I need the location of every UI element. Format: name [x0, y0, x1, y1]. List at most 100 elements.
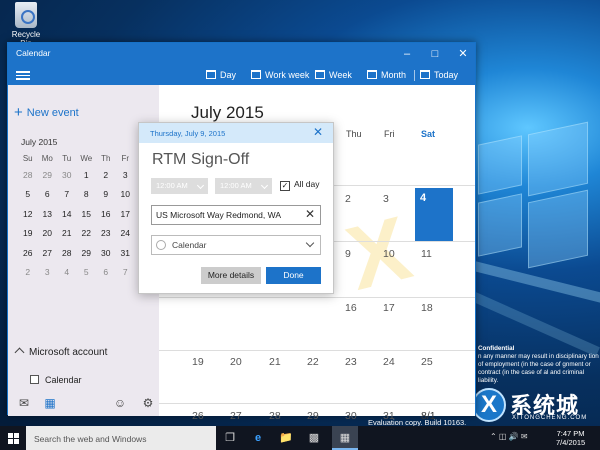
date-cell[interactable]: 25: [421, 356, 433, 368]
mini-day[interactable]: 17: [116, 204, 136, 224]
work-week-view-button[interactable]: Work week: [251, 67, 309, 83]
date-cell[interactable]: 27: [230, 410, 242, 422]
date-cell[interactable]: 3: [383, 193, 389, 205]
maximize-button[interactable]: □: [421, 43, 449, 65]
mini-day[interactable]: 29: [38, 165, 58, 185]
mini-day[interactable]: 3: [38, 263, 58, 283]
hamburger-menu-icon[interactable]: [16, 69, 30, 81]
month-view-button[interactable]: Month: [367, 67, 406, 83]
store-icon[interactable]: ▩: [306, 430, 322, 446]
mini-day[interactable]: 2: [96, 165, 116, 185]
date-cell[interactable]: 31: [383, 410, 395, 422]
mini-day[interactable]: 9: [96, 185, 116, 205]
mini-day[interactable]: 13: [38, 204, 58, 224]
mini-day[interactable]: 14: [57, 204, 77, 224]
new-event-button[interactable]: + New event: [14, 104, 79, 121]
mini-day[interactable]: 20: [38, 224, 58, 244]
mini-day[interactable]: 2: [18, 263, 38, 283]
date-cell[interactable]: 11: [421, 248, 432, 260]
day-view-button[interactable]: Day: [206, 67, 236, 83]
mini-day[interactable]: 30: [57, 165, 77, 185]
done-button[interactable]: Done: [266, 267, 321, 284]
minimize-button[interactable]: –: [393, 43, 421, 65]
mini-day[interactable]: 16: [96, 204, 116, 224]
date-cell[interactable]: 19: [192, 356, 204, 368]
checkbox[interactable]: [30, 375, 39, 384]
date-cell[interactable]: 18: [421, 302, 433, 314]
mini-day[interactable]: 7: [116, 263, 136, 283]
date-cell[interactable]: 21: [269, 356, 281, 368]
date-cell[interactable]: 30: [345, 410, 357, 422]
windows-logo-pane: [528, 189, 588, 269]
mini-day[interactable]: 6: [38, 185, 58, 205]
date-cell[interactable]: 2: [345, 193, 351, 205]
end-time-select[interactable]: 12:00 AM: [215, 178, 272, 194]
mini-day[interactable]: 3: [116, 165, 136, 185]
date-cell[interactable]: 23: [345, 356, 357, 368]
mini-day[interactable]: 10: [116, 185, 136, 205]
mini-day[interactable]: 1: [77, 165, 97, 185]
calendar-taskbar-button[interactable]: ▦: [332, 426, 358, 450]
date-cell[interactable]: 8/1: [421, 410, 436, 422]
mini-day[interactable]: 5: [77, 263, 97, 283]
close-button[interactable]: ✕: [449, 43, 477, 65]
mini-day[interactable]: 8: [77, 185, 97, 205]
mini-day[interactable]: 12: [18, 204, 38, 224]
mini-day[interactable]: 7: [57, 185, 77, 205]
mini-day[interactable]: 6: [96, 263, 116, 283]
date-cell[interactable]: 22: [307, 356, 319, 368]
mini-day[interactable]: 24: [116, 224, 136, 244]
date-cell[interactable]: 16: [345, 302, 357, 314]
date-cell-today[interactable]: 4: [415, 188, 453, 241]
date-cell[interactable]: 20: [230, 356, 242, 368]
date-cell[interactable]: 17: [383, 302, 395, 314]
feedback-smiley-icon[interactable]: ☺: [112, 395, 128, 411]
mini-day[interactable]: 4: [57, 263, 77, 283]
mini-day[interactable]: 29: [77, 243, 97, 263]
mini-day[interactable]: 22: [77, 224, 97, 244]
event-title-input[interactable]: RTM Sign-Off: [152, 151, 249, 169]
mini-day[interactable]: 28: [18, 165, 38, 185]
mini-day[interactable]: 26: [18, 243, 38, 263]
calendar-icon[interactable]: ▦: [42, 395, 58, 411]
calendar-select[interactable]: Calendar: [151, 235, 321, 255]
mini-day[interactable]: 31: [116, 243, 136, 263]
date-cell[interactable]: 29: [307, 410, 319, 422]
clear-icon[interactable]: ✕: [305, 207, 315, 221]
mini-day[interactable]: 15: [77, 204, 97, 224]
date-cell[interactable]: 10: [383, 248, 395, 260]
mini-day[interactable]: 28: [57, 243, 77, 263]
date-cell[interactable]: 24: [383, 356, 395, 368]
mini-calendar-month[interactable]: July 2015: [21, 137, 57, 147]
all-day-checkbox[interactable]: ✓ All day: [280, 179, 320, 191]
mini-day[interactable]: 23: [96, 224, 116, 244]
date-cell[interactable]: 26: [192, 410, 204, 422]
mini-day[interactable]: 30: [96, 243, 116, 263]
close-icon[interactable]: ✕: [313, 125, 323, 139]
search-box[interactable]: Search the web and Windows: [26, 426, 216, 450]
date-cell[interactable]: 9: [345, 248, 351, 260]
mail-icon[interactable]: ✉: [16, 395, 32, 411]
task-view-icon[interactable]: ❐: [222, 430, 238, 446]
more-details-button[interactable]: More details: [201, 267, 261, 284]
location-input[interactable]: US Microsoft Way Redmond, WA ✕: [151, 205, 321, 225]
week-view-button[interactable]: Week: [315, 67, 352, 83]
microsoft-account-toggle[interactable]: Microsoft account: [14, 347, 107, 358]
today-button[interactable]: Today: [420, 67, 458, 83]
mini-day[interactable]: 27: [38, 243, 58, 263]
title-bar[interactable]: Calendar – □ ✕: [8, 43, 475, 65]
system-tray[interactable]: ⌃ ◫ 🔊 ✉: [490, 432, 528, 441]
checkmark-icon: ✓: [280, 181, 290, 191]
mini-day[interactable]: 21: [57, 224, 77, 244]
mini-day[interactable]: 5: [18, 185, 38, 205]
chevron-up-icon: [14, 347, 25, 358]
mini-day[interactable]: 19: [18, 224, 38, 244]
settings-gear-icon[interactable]: ⚙: [140, 395, 156, 411]
date-cell[interactable]: 28: [269, 410, 281, 422]
start-button[interactable]: [0, 426, 26, 450]
file-explorer-icon[interactable]: 📁: [278, 430, 294, 446]
taskbar-clock[interactable]: 7:47 PM 7/4/2015: [556, 429, 585, 447]
start-time-select[interactable]: 12:00 AM: [151, 178, 208, 194]
calendar-checkbox[interactable]: Calendar: [30, 375, 82, 385]
edge-browser-icon[interactable]: e: [250, 430, 266, 446]
